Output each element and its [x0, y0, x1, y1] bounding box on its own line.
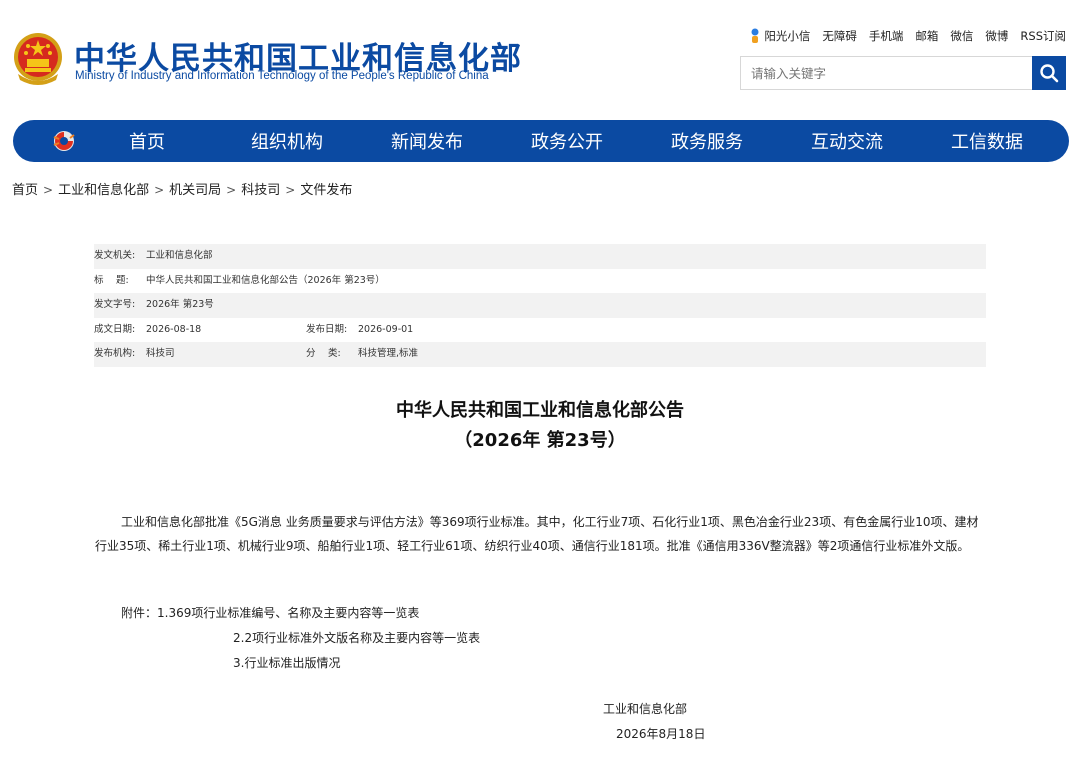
main-nav: 首页 组织机构 新闻发布 政务公开 政务服务 互动交流 工信数据 — [13, 120, 1069, 162]
national-emblem-icon[interactable] — [12, 32, 64, 86]
meta-label: 成文日期: — [94, 323, 136, 335]
search-icon — [1040, 64, 1059, 83]
ministry-logo-icon[interactable] — [51, 129, 77, 153]
breadcrumb-separator: > — [154, 183, 165, 197]
meta-value: 2026-08-18 — [146, 323, 202, 335]
attachment-1: 附件：1.369项行业标准编号、名称及主要内容等一览表 — [121, 604, 419, 621]
attachment-link-2[interactable]: 2.2项行业标准外文版名称及主要内容等一览表 — [233, 629, 480, 646]
search-box — [740, 56, 1066, 90]
search-input[interactable] — [741, 57, 1031, 89]
breadcrumb-separator: > — [285, 183, 296, 197]
mobile-link[interactable]: 手机端 — [869, 28, 904, 44]
meta-value: 科技司 — [146, 348, 175, 360]
meta-row-dates: 成文日期: 2026-08-18 发布日期: 2026-09-01 — [94, 318, 986, 343]
nav-data[interactable]: 工信数据 — [917, 128, 1057, 154]
meta-value: 工业和信息化部 — [146, 250, 213, 261]
nav-home[interactable]: 首页 — [77, 128, 217, 154]
breadcrumb-file-release[interactable]: 文件发布 — [300, 183, 352, 198]
top-links: 阳光小信 无障碍 手机端 邮箱 微信 微博 RSS订阅 — [749, 28, 1066, 44]
site-subtitle: Ministry of Industry and Information Tec… — [75, 70, 489, 82]
nav-government-services[interactable]: 政务服务 — [637, 128, 777, 154]
accessibility-link[interactable]: 无障碍 — [822, 28, 857, 44]
mail-link[interactable]: 邮箱 — [915, 28, 938, 44]
attachment-link-1[interactable]: 1.369项行业标准编号、名称及主要内容等一览表 — [157, 606, 419, 620]
meta-label: 发布日期: — [306, 323, 348, 335]
document-body: 工业和信息化部批准《5G消息 业务质量要求与评估方法》等369项行业标准。其中，… — [95, 515, 979, 553]
meta-value: 2026-09-01 — [358, 323, 414, 335]
meta-label: 发文字号: — [94, 299, 136, 311]
meta-row-title: 标 题: 中华人民共和国工业和信息化部公告（2026年 第23号） — [94, 269, 986, 294]
meta-label: 发文机关: — [94, 250, 136, 261]
meta-label: 标 题: — [94, 274, 129, 286]
document-title: 中华人民共和国工业和信息化部公告 — [396, 400, 684, 421]
breadcrumb-science-dept[interactable]: 科技司 — [241, 183, 280, 198]
nav-interaction[interactable]: 互动交流 — [777, 128, 917, 154]
nav-organization[interactable]: 组织机构 — [217, 128, 357, 154]
sunshine-xiaoxin-link[interactable]: 阳光小信 — [749, 28, 810, 44]
rss-link[interactable]: RSS订阅 — [1020, 28, 1066, 44]
attachment-label: 附件： — [121, 606, 158, 620]
breadcrumb-departments[interactable]: 机关司局 — [169, 183, 221, 198]
attachment-link-3[interactable]: 3.行业标准出版情况 — [233, 654, 340, 671]
nav-news[interactable]: 新闻发布 — [357, 128, 497, 154]
meta-label: 分 类: — [306, 348, 341, 360]
sign-date: 2026年8月18日 — [616, 727, 706, 741]
meta-label: 发布机构: — [94, 348, 136, 360]
site-header: 中华人民共和国工业和信息化部 Ministry of Industry and … — [0, 0, 1080, 110]
mascot-icon — [751, 28, 759, 43]
document-meta-table: 发文机关: 工业和信息化部 标 题: 中华人民共和国工业和信息化部公告（2026… — [94, 244, 986, 367]
breadcrumb-separator: > — [43, 183, 54, 197]
weibo-link[interactable]: 微博 — [985, 28, 1008, 44]
meta-value: 2026年 第23号 — [146, 299, 214, 311]
breadcrumb: 首页 > 工业和信息化部 > 机关司局 > 科技司 > 文件发布 — [12, 179, 352, 198]
meta-row-org: 发布机构: 科技司 分 类: 科技管理,标准 — [94, 342, 986, 367]
breadcrumb-ministry[interactable]: 工业和信息化部 — [58, 183, 149, 198]
breadcrumb-home[interactable]: 首页 — [12, 183, 38, 198]
meta-row-issuer: 发文机关: 工业和信息化部 — [94, 244, 986, 269]
meta-value: 中华人民共和国工业和信息化部公告（2026年 第23号） — [146, 274, 385, 286]
meta-row-doc-no: 发文字号: 2026年 第23号 — [94, 293, 986, 318]
meta-value: 科技管理,标准 — [358, 348, 419, 360]
nav-government-affairs[interactable]: 政务公开 — [497, 128, 637, 154]
search-button[interactable] — [1032, 56, 1066, 90]
breadcrumb-separator: > — [226, 183, 237, 197]
signer: 工业和信息化部 — [603, 702, 688, 716]
wechat-link[interactable]: 微信 — [950, 28, 973, 44]
document-number: （2026年 第23号） — [454, 430, 626, 451]
